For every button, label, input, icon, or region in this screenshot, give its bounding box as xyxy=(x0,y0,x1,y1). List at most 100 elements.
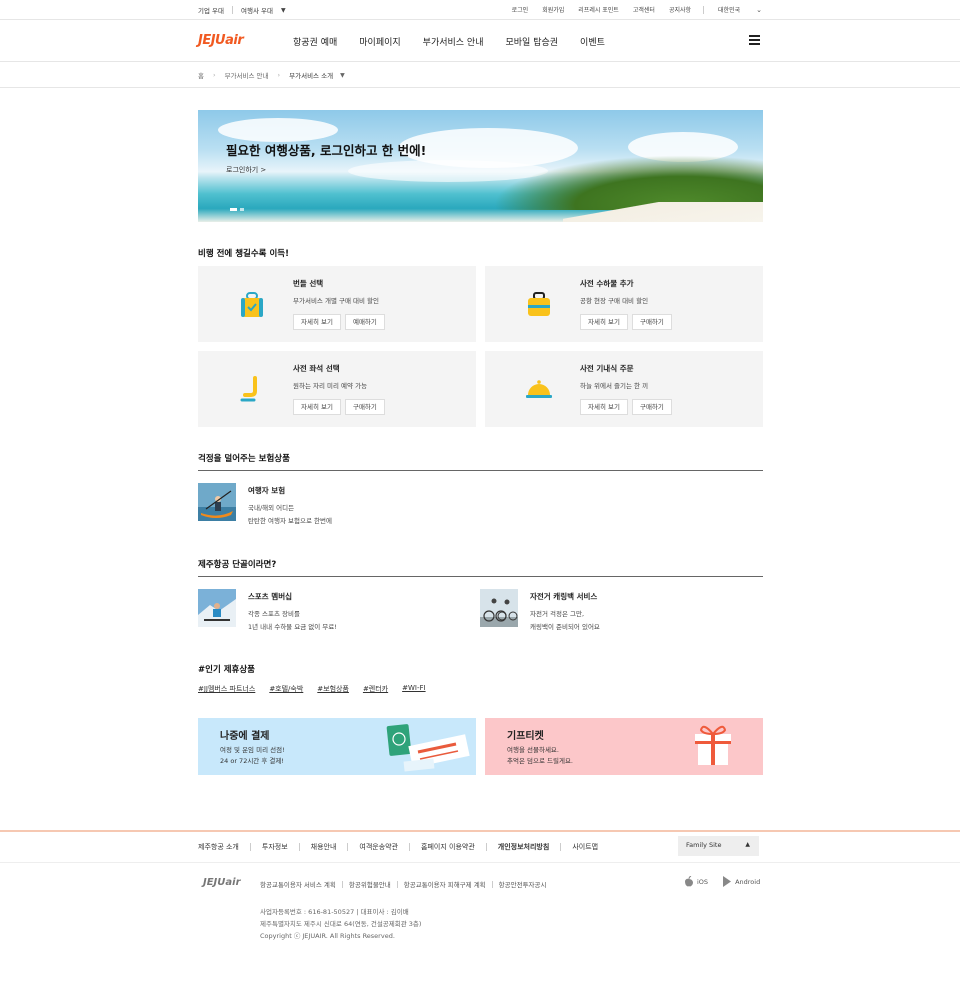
item-desc: 각종 스포츠 장비를 1년 내내 수하물 요금 없이 무료! xyxy=(248,610,337,631)
beach-graphic xyxy=(563,202,763,222)
backpack-icon xyxy=(238,290,266,318)
tag-rentcar[interactable]: #렌터카 xyxy=(363,684,388,694)
giftticket-promo[interactable]: 기프티켓 여행을 선물하세요. 추억은 덤으로 드릴게요. xyxy=(485,718,763,775)
footer-carriage-terms[interactable]: 여객운송약관 xyxy=(359,842,398,852)
service-card: 번들 선택 부가서비스 개별 구매 대비 할인 자세히 보기 예매하기 xyxy=(198,266,476,342)
notice-link[interactable]: 공지사항 xyxy=(669,5,691,14)
signup-link[interactable]: 회원가입 xyxy=(542,5,564,14)
footer-link-safety-investment[interactable]: 항공안전투자공시 xyxy=(499,879,547,889)
hamburger-menu-icon[interactable] xyxy=(749,35,760,45)
divider xyxy=(232,6,233,14)
chevron-right-icon: › xyxy=(277,71,281,79)
baggage-icon xyxy=(525,290,553,318)
purchase-button[interactable]: 구매하기 xyxy=(631,314,672,330)
detail-button[interactable]: 자세히 보기 xyxy=(580,399,628,415)
breadcrumb-home[interactable]: 홈 xyxy=(198,70,204,80)
region-selector[interactable]: 대한민국 xyxy=(718,5,740,14)
footer-about[interactable]: 제주항공 소개 xyxy=(198,842,239,852)
service-card: 사전 좌석 선택 원하는 자리 미리 예약 가능 자세히 보기 구매하기 xyxy=(198,351,476,427)
section-divider xyxy=(198,576,763,577)
app-links: iOS Android xyxy=(684,876,774,887)
section-title: #인기 제휴상품 xyxy=(198,665,256,675)
footer-links: 항공교통이용자 서비스 계획 항공위험물안내 항공교통이용자 피해구제 계획 항… xyxy=(260,879,547,889)
purchase-button[interactable]: 구매하기 xyxy=(344,399,385,415)
item-title: 스포츠 멤버십 xyxy=(248,592,293,601)
nav-extra-services[interactable]: 부가서비스 안내 xyxy=(423,35,484,48)
footer-link-relief-plan[interactable]: 항공교통이용자 피해구제 계획 xyxy=(404,879,486,889)
jejuair-logo[interactable]: JEJUair xyxy=(198,33,244,48)
ios-app-link[interactable]: iOS xyxy=(684,876,708,887)
card-desc: 원하는 자리 미리 예약 가능 xyxy=(293,382,368,390)
card-desc: 부가서비스 개별 구매 대비 할인 xyxy=(293,297,380,305)
footer-link-dangerous-goods[interactable]: 항공위험물안내 xyxy=(349,879,391,889)
corporate-link[interactable]: 기업 우대 xyxy=(198,5,224,15)
section-title: 비행 전에 챙길수록 이득! xyxy=(198,249,289,259)
breadcrumb-extra-services[interactable]: 부가서비스 안내 xyxy=(225,70,269,80)
caret-down-icon[interactable]: ▼ xyxy=(340,72,345,79)
banner-pagination xyxy=(230,208,247,211)
footer-logo: JEJUair xyxy=(203,877,241,888)
promo-desc: 여행을 선물하세요. 추억은 덤으로 드릴게요. xyxy=(507,746,573,765)
android-app-link[interactable]: Android xyxy=(722,876,760,887)
play-store-icon xyxy=(723,876,732,887)
hero-banner[interactable]: 필요한 여행상품, 로그인하고 한 번에! 로그인하기 > xyxy=(198,110,763,222)
item-desc: 국내/해외 어디든 탄탄한 여행자 보험으로 한번에 xyxy=(248,504,332,525)
promo-title: 기프티켓 xyxy=(507,731,544,742)
pay-later-promo[interactable]: 나중에 결제 여정 및 운임 미리 선점! 24 or 72시간 후 결제! xyxy=(198,718,476,775)
utility-bar: 기업 우대 여행사 우대 ▼ 로그인 회원가입 리프레시 포인트 고객센터 공지… xyxy=(0,0,960,20)
nav-events[interactable]: 이벤트 xyxy=(580,35,605,48)
main-header: JEJUair 항공권 예매 마이페이지 부가서비스 안내 모바일 탑승권 이벤… xyxy=(0,20,960,62)
banner-title: 필요한 여행상품, 로그인하고 한 번에! xyxy=(226,143,427,158)
banner-login-link[interactable]: 로그인하기 > xyxy=(226,165,266,175)
detail-button[interactable]: 자세히 보기 xyxy=(293,314,341,330)
login-link[interactable]: 로그인 xyxy=(512,5,529,14)
detail-button[interactable]: 자세히 보기 xyxy=(580,314,628,330)
item-title: 자전거 캐링백 서비스 xyxy=(530,592,598,601)
pagination-dot[interactable] xyxy=(240,208,244,211)
breadcrumb-current[interactable]: 부가서비스 소개 xyxy=(289,70,333,80)
footer-link-service-plan[interactable]: 항공교통이용자 서비스 계획 xyxy=(260,879,336,889)
customer-center-link[interactable]: 고객센터 xyxy=(633,5,655,14)
footer-site-terms[interactable]: 홈페이지 이용약관 xyxy=(421,842,475,852)
chevron-right-icon: › xyxy=(212,71,216,79)
footer-careers[interactable]: 채용안내 xyxy=(311,842,337,852)
nav-ticket-booking[interactable]: 항공권 예매 xyxy=(293,35,337,48)
chevron-down-icon[interactable]: ⌄ xyxy=(756,6,762,14)
pagination-dot[interactable] xyxy=(230,208,237,211)
purchase-button[interactable]: 구매하기 xyxy=(631,399,672,415)
apple-icon xyxy=(685,876,693,887)
section-divider xyxy=(198,470,763,471)
insurance-item[interactable]: 여행자 보험 국내/해외 어디든 탄탄한 여행자 보험으로 한번에 xyxy=(198,483,448,525)
caret-down-icon[interactable]: ▼ xyxy=(281,7,286,14)
tag-jj-members[interactable]: #JJ멤버스 파트너스 xyxy=(198,684,255,694)
gift-box-icon xyxy=(695,725,731,765)
caret-up-icon: ▲ xyxy=(745,841,750,848)
tag-wifi[interactable]: #WI-FI xyxy=(402,684,425,694)
nav-mobile-boarding[interactable]: 모바일 탑승권 xyxy=(506,35,559,48)
footer-privacy[interactable]: 개인정보처리방침 xyxy=(498,842,550,852)
footer-investor[interactable]: 투자정보 xyxy=(262,842,288,852)
passport-ticket-icon xyxy=(386,724,470,772)
footer-top-line xyxy=(0,830,960,832)
item-desc: 자전거 걱정은 그만, 캐링백이 준비되어 있어요 xyxy=(530,610,600,631)
footer-nav: 제주항공 소개 투자정보 채용안내 여객운송약관 홈페이지 이용약관 개인정보처… xyxy=(198,842,598,852)
service-card: 사전 기내식 주문 하늘 위에서 즐기는 한 끼 자세히 보기 구매하기 xyxy=(485,351,763,427)
detail-button[interactable]: 자세히 보기 xyxy=(293,399,341,415)
tag-insurance[interactable]: #보험상품 xyxy=(317,684,349,694)
tag-hotel[interactable]: #호텔/숙박 xyxy=(269,684,303,694)
refresh-point-link[interactable]: 리프레시 포인트 xyxy=(578,5,619,14)
book-button[interactable]: 예매하기 xyxy=(344,314,385,330)
card-desc: 하늘 위에서 즐기는 한 끼 xyxy=(580,382,649,390)
breadcrumb: 홈 › 부가서비스 안내 › 부가서비스 소개 ▼ xyxy=(0,62,960,88)
partner-tags: #JJ멤버스 파트너스 #호텔/숙박 #보험상품 #렌터카 #WI-FI xyxy=(198,684,440,694)
nav-mypage[interactable]: 마이페이지 xyxy=(359,35,400,48)
card-title: 사전 수하물 추가 xyxy=(580,279,634,288)
card-title: 사전 좌석 선택 xyxy=(293,364,340,373)
footer-sitemap[interactable]: 사이트맵 xyxy=(572,842,598,852)
item-title: 여행자 보험 xyxy=(248,486,286,495)
bike-bag-item[interactable]: 자전거 캐링백 서비스 자전거 걱정은 그만, 캐링백이 준비되어 있어요 xyxy=(480,589,730,631)
main-nav: 항공권 예매 마이페이지 부가서비스 안내 모바일 탑승권 이벤트 xyxy=(293,35,627,48)
sports-membership-item[interactable]: 스포츠 멤버십 각종 스포츠 장비를 1년 내내 수하물 요금 없이 무료! xyxy=(198,589,448,631)
agency-link[interactable]: 여행사 우대 xyxy=(241,5,273,15)
family-site-select[interactable]: Family Site ▲ xyxy=(678,836,759,856)
